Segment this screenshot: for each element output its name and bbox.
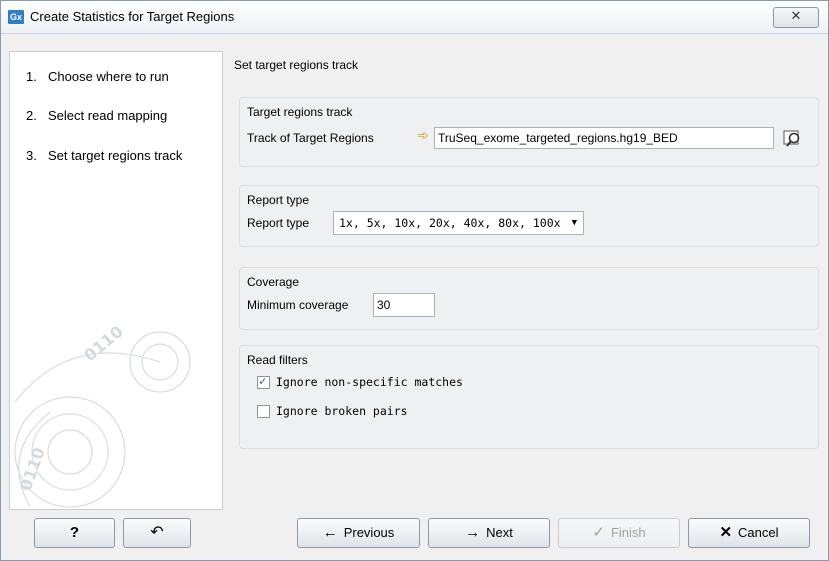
reset-button[interactable]: ↶	[123, 518, 191, 548]
target-regions-group: Target regions track Track of Target Reg…	[239, 97, 819, 167]
group-title: Coverage	[247, 275, 300, 289]
report-type-selected: 1x, 5x, 10x, 20x, 40x, 80x, 100x	[339, 216, 561, 230]
next-button[interactable]: → Next	[428, 518, 550, 548]
window-title: Create Statistics for Target Regions	[30, 9, 235, 24]
checkbox-label: Ignore broken pairs	[276, 404, 408, 418]
target-regions-track-field[interactable]: TruSeq_exome_targeted_regions.hg19_BED	[434, 127, 774, 149]
previous-button[interactable]: ← Previous	[297, 518, 420, 548]
wizard-content-panel: Set target regions track Target regions …	[227, 51, 823, 508]
title-bar[interactable]: Gx Create Statistics for Target Regions …	[1, 1, 828, 34]
track-arrow-icon: ➾	[417, 128, 429, 144]
browse-button[interactable]	[782, 127, 804, 149]
chevron-down-icon: ▼	[571, 218, 577, 228]
coverage-group: Coverage Minimum coverage 30	[239, 267, 819, 330]
read-filters-group: Read filters ✓ Ignore non-specific match…	[239, 345, 819, 449]
finish-label: Finish	[610, 525, 646, 540]
minimum-coverage-label: Minimum coverage	[247, 298, 349, 312]
arrow-right-icon: →	[465, 524, 481, 541]
checkmark-icon: ✓	[592, 524, 605, 541]
help-icon: ?	[69, 524, 80, 541]
report-type-select[interactable]: 1x, 5x, 10x, 20x, 40x, 80x, 100x ▼	[333, 211, 584, 235]
group-title: Read filters	[247, 353, 308, 367]
arrow-left-icon: ←	[322, 524, 338, 541]
cancel-icon: ✕	[719, 524, 733, 541]
step-label: Set target regions track	[48, 148, 183, 163]
step-choose-where-to-run: 1. Choose where to run	[26, 69, 169, 84]
minimum-coverage-input[interactable]: 30	[373, 293, 435, 317]
app-icon: Gx	[8, 10, 24, 24]
cancel-label: Cancel	[738, 525, 779, 540]
group-title: Target regions track	[247, 105, 353, 119]
next-label: Next	[486, 525, 513, 540]
reset-icon: ↶	[150, 524, 164, 541]
finish-button[interactable]: ✓ Finish	[558, 518, 680, 548]
dialog-window: Gx Create Statistics for Target Regions …	[0, 0, 829, 561]
step-select-read-mapping: 2. Select read mapping	[26, 108, 167, 123]
checkbox-label: Ignore non-specific matches	[276, 375, 463, 389]
decorative-swirl-graphic: 0110 0110	[14, 322, 191, 508]
report-type-label: Report type	[247, 216, 310, 230]
close-button[interactable]: ✕	[773, 7, 819, 28]
step-set-target-regions-track: 3. Set target regions track	[26, 148, 182, 163]
step-number: 2.	[26, 108, 37, 123]
cancel-button[interactable]: ✕ Cancel	[688, 518, 810, 548]
step-label: Select read mapping	[48, 108, 168, 123]
checkbox-box[interactable]	[257, 405, 270, 418]
check-icon: ✓	[259, 374, 267, 388]
previous-label: Previous	[343, 525, 395, 540]
panel-heading: Set target regions track	[234, 58, 359, 72]
svg-text:0110: 0110	[80, 322, 126, 365]
step-number: 1.	[26, 69, 37, 84]
group-title: Report type	[247, 193, 310, 207]
step-label: Choose where to run	[48, 69, 169, 84]
checkbox-box[interactable]: ✓	[257, 374, 270, 389]
report-type-group: Report type Report type 1x, 5x, 10x, 20x…	[239, 185, 819, 247]
help-button[interactable]: ?	[34, 518, 115, 548]
close-icon: ✕	[790, 9, 802, 24]
browse-icon	[783, 130, 800, 147]
wizard-steps-panel: 1. Choose where to run 2. Select read mapp…	[9, 51, 223, 510]
button-bar: ? ↶ ← Previous → Next ✓ Finish ✕ Cancel	[1, 511, 828, 560]
step-number: 3.	[26, 148, 37, 163]
track-of-target-regions-label: Track of Target Regions	[247, 131, 374, 145]
